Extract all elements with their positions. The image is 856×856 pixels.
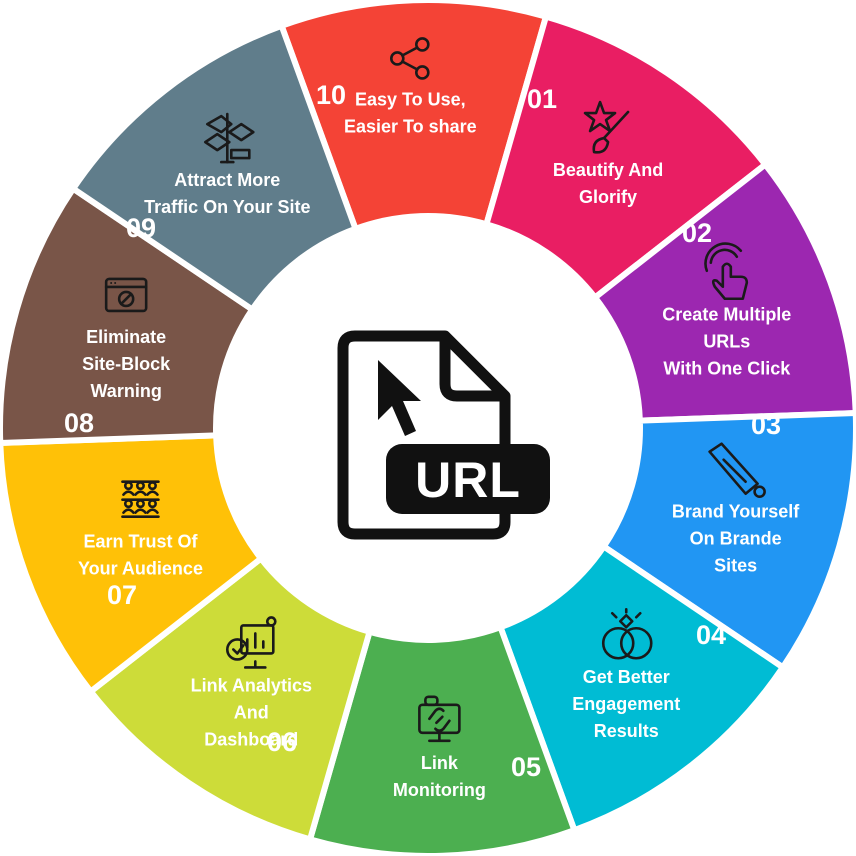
segment-03-number: 03: [751, 410, 781, 440]
segment-07-number: 07: [107, 580, 137, 610]
segment-03-label-line: With One Click: [663, 359, 791, 379]
segment-01-number: 01: [527, 84, 557, 114]
segment-02-label-line: Glorify: [579, 187, 637, 207]
segment-01-label-line: Easier To share: [344, 116, 477, 136]
segment-09-label-line: Site-Block: [82, 354, 171, 374]
segment-04-label-line: Brand Yourself: [672, 502, 800, 522]
segment-10-label-line: Attract More: [174, 170, 280, 190]
segment-09-number: 09: [126, 213, 156, 243]
segment-01-label-line: Easy To Use,: [355, 89, 466, 109]
segment-06-label-line: Link: [421, 753, 459, 773]
segment-08-label-line: Your Audience: [78, 559, 203, 579]
segment-10-number: 10: [316, 80, 346, 110]
segment-07-label-line: Link Analytics: [191, 675, 312, 695]
segment-03-label-line: URLs: [703, 332, 750, 352]
segment-02-number: 02: [682, 218, 712, 248]
segment-08-number: 08: [64, 408, 94, 438]
segment-04-label-line: On Brande: [690, 529, 782, 549]
segment-09-label-line: Warning: [90, 381, 161, 401]
center-label: URL: [415, 452, 521, 508]
center-url-file: URL: [337, 330, 550, 540]
wheel-diagram: Easy To Use, Easier To share 01 Beautify An…: [0, 0, 856, 856]
segment-05-label-line: Get Better: [583, 667, 670, 687]
segment-09-label-line: Eliminate: [86, 327, 166, 347]
segment-07-label-line: Dashboard: [204, 729, 298, 749]
segment-04-number: 04: [696, 620, 726, 650]
segment-02-label-line: Beautify And: [553, 160, 663, 180]
segment-03-label-line: Create Multiple: [662, 305, 791, 325]
segment-04-label-line: Sites: [714, 556, 757, 576]
segment-06-label-line: Monitoring: [393, 780, 486, 800]
segment-05-label-line: Engagement: [572, 694, 680, 714]
url-benefits-wheel: Easy To Use, Easier To share 01 Beautify An…: [0, 0, 856, 856]
segment-07-label-line: And: [234, 702, 269, 722]
segment-10-label-line: Traffic On Your Site: [144, 197, 310, 217]
segment-05-number: 05: [511, 752, 541, 782]
segment-08-label-line: Earn Trust Of: [83, 532, 198, 552]
segment-05-label-line: Results: [594, 721, 659, 741]
